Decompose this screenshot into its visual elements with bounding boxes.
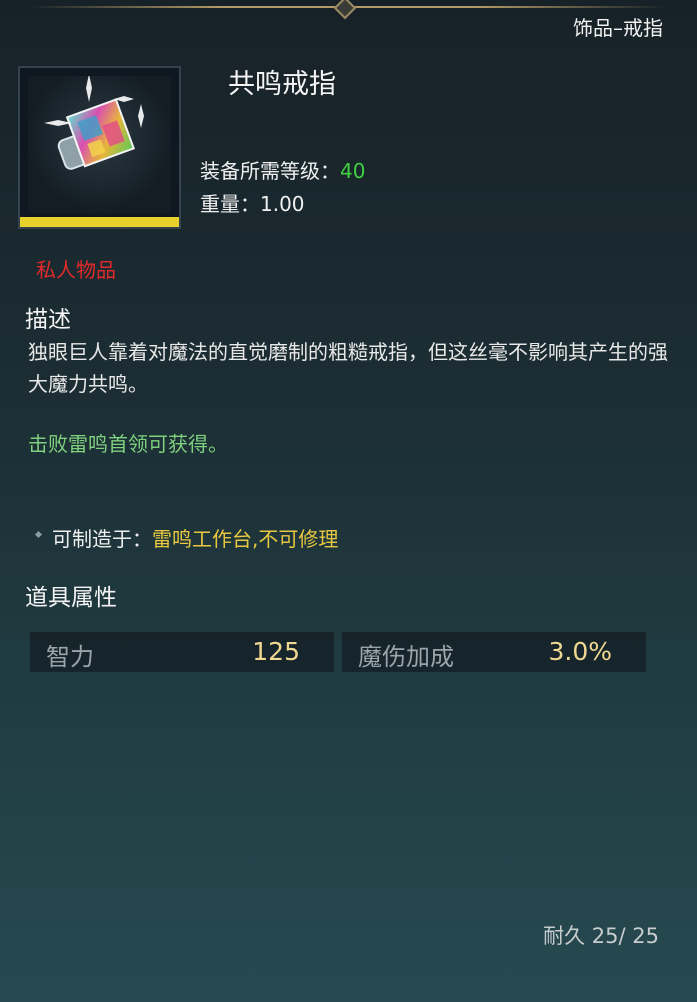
durability-max: 25 xyxy=(632,924,659,948)
required-level: 装备所需等级：40 xyxy=(200,155,365,184)
diamond-ornament-icon xyxy=(333,0,357,20)
required-level-value: 40 xyxy=(340,159,366,183)
item-icon-frame xyxy=(18,66,181,229)
item-weight: 重量：1.00 xyxy=(200,188,305,217)
attribute-row: 智力 125 xyxy=(30,632,334,672)
attribute-value: 3.0% xyxy=(548,637,612,666)
durability-label: 耐久 xyxy=(543,924,586,948)
weight-value: 1.00 xyxy=(260,192,305,216)
durability-current: 25/ xyxy=(591,924,626,948)
item-category: 饰品–戒指 xyxy=(573,16,663,40)
attribute-row: 魔伤加成 3.0% xyxy=(342,632,646,672)
attribute-name: 智力 xyxy=(46,643,94,671)
description-title: 描述 xyxy=(25,307,71,333)
attribute-name: 魔伤加成 xyxy=(358,643,454,671)
item-name: 共鸣戒指 xyxy=(228,69,336,100)
required-level-label: 装备所需等级： xyxy=(200,159,340,183)
crystal-ring-icon xyxy=(44,76,144,170)
durability: 耐久 25/ 25 xyxy=(543,920,659,950)
attribute-value: 125 xyxy=(252,637,300,666)
crafting-info: 可制造于：雷鸣工作台,不可修理 xyxy=(34,523,339,552)
attributes-title: 道具属性 xyxy=(25,585,117,611)
bullet-icon xyxy=(34,530,43,539)
quality-bar xyxy=(20,217,179,227)
crafting-place: 雷鸣工作台,不可修理 xyxy=(152,527,339,551)
description-text: 独眼巨人靠着对魔法的直觉磨制的粗糙戒指，但这丝毫不影响其产生的强大魔力共鸣。 xyxy=(28,340,668,396)
crafting-label: 可制造于： xyxy=(52,527,152,551)
obtain-info: 击败雷鸣首领可获得。 xyxy=(28,432,228,456)
private-item-tag: 私人物品 xyxy=(36,258,116,282)
weight-label: 重量： xyxy=(200,192,260,216)
